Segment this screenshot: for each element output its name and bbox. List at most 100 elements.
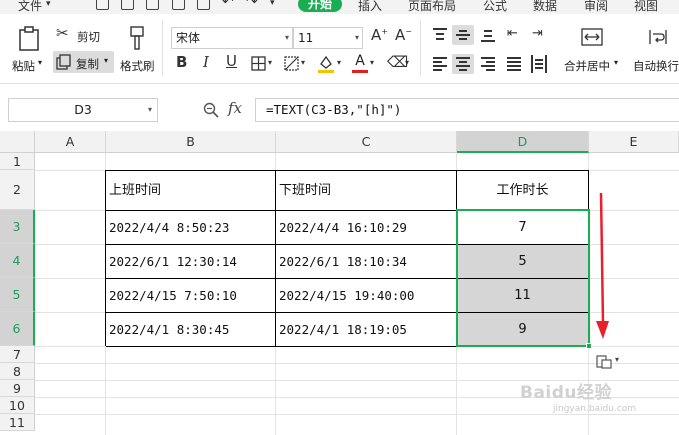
cut-button[interactable]: 剪切 xyxy=(77,29,100,45)
menu-file[interactable]: 文件 xyxy=(18,0,42,14)
new-file-icon[interactable] xyxy=(96,0,109,10)
align-middle-icon[interactable] xyxy=(456,28,470,42)
table-cell-b4[interactable]: 2022/6/1 12:30:14 xyxy=(106,245,276,279)
column-header-c[interactable]: C xyxy=(276,131,457,153)
chevron-down-icon[interactable]: ▾ xyxy=(614,58,618,67)
table-cell-b3[interactable]: 2022/4/4 8:50:23 xyxy=(106,211,276,245)
row-header-3[interactable]: 3 xyxy=(0,210,35,244)
chevron-down-icon[interactable]: ▾ xyxy=(337,59,341,67)
align-top-icon[interactable] xyxy=(433,28,447,42)
paste-button[interactable]: 粘贴 xyxy=(12,58,35,74)
table-cell-c6[interactable]: 2022/4/1 18:19:05 xyxy=(276,313,457,347)
merge-center-button[interactable]: 合并居中 xyxy=(564,58,610,74)
chevron-down-icon[interactable]: ▾ xyxy=(104,56,108,65)
tab-formula[interactable]: 公式 xyxy=(483,0,507,14)
chevron-down-icon[interactable]: ▾ xyxy=(405,59,409,67)
chevron-down-icon[interactable]: ▾ xyxy=(370,59,374,67)
chevron-down-icon: ▾ xyxy=(147,105,152,114)
column-header-b[interactable]: B xyxy=(106,131,276,153)
more-icon[interactable]: ▾ xyxy=(270,0,275,8)
increase-indent-icon[interactable]: ⇥ xyxy=(532,27,543,40)
font-name-value: 宋体 xyxy=(176,31,201,45)
table-cell-d6[interactable]: 9 xyxy=(457,313,589,347)
column-header-d[interactable]: D xyxy=(457,131,589,153)
open-file-icon[interactable] xyxy=(121,0,134,10)
tab-data[interactable]: 数据 xyxy=(533,0,557,14)
table-cell-c4[interactable]: 2022/6/1 18:10:34 xyxy=(276,245,457,279)
font-grow-icon[interactable]: A+ xyxy=(371,28,388,43)
column-header-e[interactable]: E xyxy=(589,131,679,153)
font-shrink-icon[interactable]: A− xyxy=(395,28,412,43)
table-cell-d3[interactable]: 7 xyxy=(457,211,589,245)
tab-review[interactable]: 审阅 xyxy=(584,0,608,14)
name-box[interactable]: D3 ▾ xyxy=(8,98,158,122)
zoom-icon[interactable] xyxy=(203,102,219,118)
italic-icon[interactable]: I xyxy=(203,55,209,70)
table-cell-c5[interactable]: 2022/4/15 19:40:00 xyxy=(276,279,457,313)
chevron-down-icon[interactable]: ▾ xyxy=(268,59,272,67)
table-cell-b6[interactable]: 2022/4/1 8:30:45 xyxy=(106,313,276,347)
font-size-value: 11 xyxy=(298,31,314,45)
formula-input[interactable]: =TEXT(C3-B3,"[h]") xyxy=(255,98,679,122)
fill-handle[interactable] xyxy=(586,343,592,349)
row-header-10[interactable]: 10 xyxy=(0,397,35,414)
chevron-down-icon[interactable]: ▾ xyxy=(46,0,51,9)
format-painter-button[interactable]: 格式刷 xyxy=(120,58,155,74)
save-icon[interactable] xyxy=(146,0,159,10)
paste-options-button[interactable]: ▾ xyxy=(594,353,624,371)
undo-icon[interactable]: ↶ xyxy=(222,0,234,10)
row-header-11[interactable]: 11 xyxy=(0,414,35,431)
font-name-select[interactable]: 宋体 ▾ xyxy=(171,27,293,49)
table-cell-c3[interactable]: 2022/4/4 16:10:29 xyxy=(276,211,457,245)
decrease-indent-icon[interactable]: ⇤ xyxy=(507,27,518,40)
justify-icon[interactable] xyxy=(507,57,521,71)
row-header-6[interactable]: 6 xyxy=(0,312,35,346)
align-left-icon[interactable] xyxy=(433,57,447,71)
table-header-start-time[interactable]: 上班时间 xyxy=(106,171,276,211)
select-all-corner[interactable] xyxy=(0,131,35,153)
paste-icon[interactable] xyxy=(18,26,40,52)
distributed-align-icon[interactable] xyxy=(531,55,547,73)
row-header-8[interactable]: 8 xyxy=(0,363,35,380)
tab-view[interactable]: 视图 xyxy=(634,0,658,14)
formula-bar: D3 ▾ fx =TEXT(C3-B3,"[h]") xyxy=(0,95,679,127)
print-icon[interactable] xyxy=(172,0,185,10)
copy-button[interactable]: 复制 xyxy=(76,56,99,72)
copy-icon[interactable] xyxy=(56,54,72,70)
fx-icon[interactable]: fx xyxy=(228,101,242,116)
tab-home[interactable]: 开始 xyxy=(298,0,343,12)
format-painter-icon[interactable] xyxy=(129,25,145,51)
row-header-5[interactable]: 5 xyxy=(0,278,35,312)
chevron-down-icon[interactable]: ▾ xyxy=(38,58,42,67)
font-size-select[interactable]: 11 ▾ xyxy=(293,27,363,49)
border-icon[interactable] xyxy=(251,56,266,71)
row-header-2[interactable]: 2 xyxy=(0,170,35,210)
tab-page-layout[interactable]: 页面布局 xyxy=(408,0,456,14)
diagonal-border-icon[interactable] xyxy=(284,56,299,71)
table-cell-d4[interactable]: 5 xyxy=(457,245,589,279)
font-color-icon[interactable]: A xyxy=(352,54,368,74)
underline-icon[interactable]: U xyxy=(226,54,237,69)
align-bottom-icon[interactable] xyxy=(481,28,495,42)
align-center-icon[interactable] xyxy=(456,57,470,71)
row-header-4[interactable]: 4 xyxy=(0,244,35,278)
table-header-end-time[interactable]: 下班时间 xyxy=(276,171,457,211)
wrap-text-icon[interactable] xyxy=(648,28,668,46)
chevron-down-icon[interactable]: ▾ xyxy=(301,59,305,67)
row-header-9[interactable]: 9 xyxy=(0,380,35,397)
column-header-a[interactable]: A xyxy=(35,131,106,153)
tab-insert[interactable]: 插入 xyxy=(358,0,382,14)
table-header-duration[interactable]: 工作时长 xyxy=(457,171,589,211)
auto-wrap-button[interactable]: 自动换行 xyxy=(633,58,679,74)
row-header-7[interactable]: 7 xyxy=(0,346,35,363)
align-right-icon[interactable] xyxy=(481,57,495,71)
bold-icon[interactable]: B xyxy=(176,55,187,70)
merge-cells-icon[interactable] xyxy=(581,28,603,46)
print-preview-icon[interactable] xyxy=(197,0,210,10)
scissors-icon[interactable]: ✂ xyxy=(56,26,69,41)
table-cell-d5[interactable]: 11 xyxy=(457,279,589,313)
fill-color-icon[interactable] xyxy=(317,54,335,74)
row-header-1[interactable]: 1 xyxy=(0,153,35,170)
redo-icon[interactable]: ↷ xyxy=(246,0,258,10)
table-cell-b5[interactable]: 2022/4/15 7:50:10 xyxy=(106,279,276,313)
